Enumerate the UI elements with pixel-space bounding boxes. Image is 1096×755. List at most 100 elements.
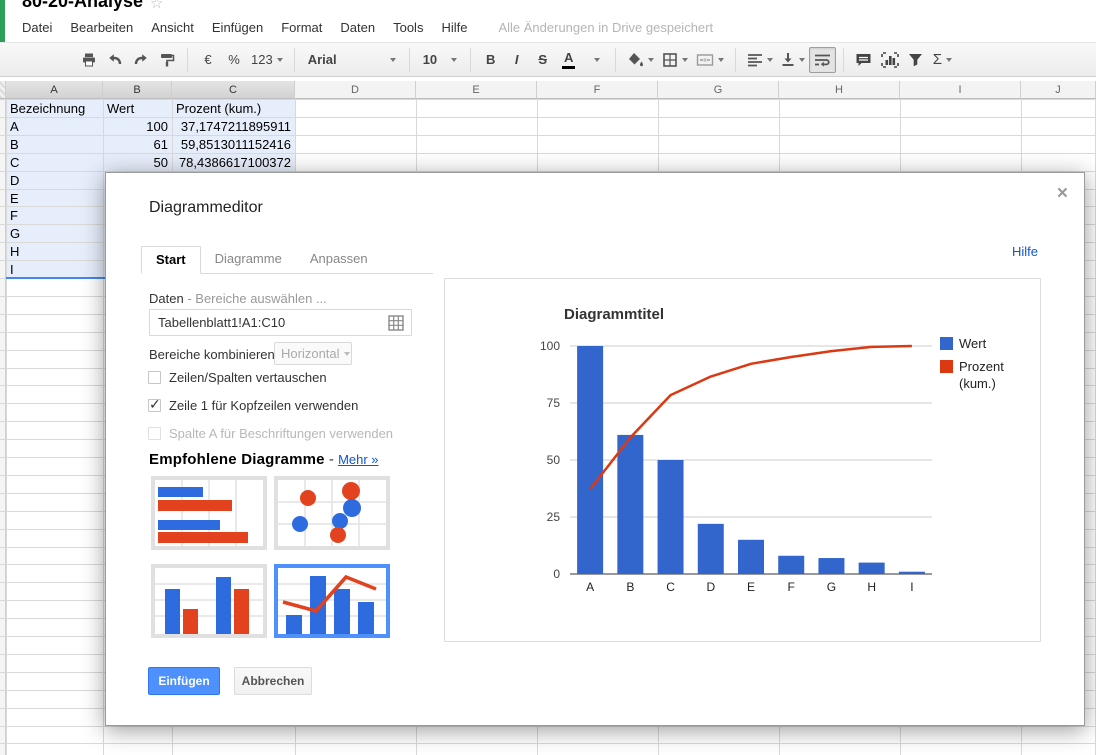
svg-text:Wert: Wert bbox=[959, 336, 987, 351]
chevron-down-icon bbox=[648, 58, 654, 62]
help-link[interactable]: Hilfe bbox=[1012, 244, 1038, 259]
column-header-D[interactable]: D bbox=[295, 81, 416, 99]
percent-format-button[interactable]: % bbox=[221, 47, 247, 73]
cell[interactable]: 61 bbox=[104, 136, 171, 153]
svg-text:Diagrammtitel: Diagrammtitel bbox=[564, 306, 664, 323]
fill-color-button[interactable] bbox=[623, 47, 658, 73]
recommended-charts-heading: Empfohlene Diagramme - Mehr » bbox=[149, 451, 379, 468]
tab-anpassen[interactable]: Anpassen bbox=[296, 246, 382, 274]
tab-diagramme[interactable]: Diagramme bbox=[201, 246, 296, 274]
menu-tools[interactable]: Tools bbox=[384, 16, 432, 39]
combine-ranges-select[interactable]: Horizontal bbox=[274, 342, 352, 365]
column-header-I[interactable]: I bbox=[900, 81, 1021, 99]
chevron-down-icon bbox=[682, 58, 688, 62]
cell[interactable]: C bbox=[7, 154, 102, 171]
thumbnail-column-chart[interactable] bbox=[151, 564, 267, 638]
vertical-align-button[interactable] bbox=[777, 47, 809, 73]
cell[interactable]: G bbox=[7, 225, 102, 242]
cell[interactable]: Bezeichnung bbox=[7, 100, 102, 117]
menu-datei[interactable]: Datei bbox=[13, 16, 61, 39]
more-link[interactable]: Mehr » bbox=[338, 452, 378, 467]
range-input[interactable] bbox=[158, 310, 378, 335]
document-title[interactable]: 80-20-Analyse bbox=[22, 0, 143, 12]
tab-start[interactable]: Start bbox=[141, 246, 201, 274]
italic-button[interactable]: I bbox=[504, 47, 530, 73]
column-header-E[interactable]: E bbox=[416, 81, 537, 99]
chevron-down-icon bbox=[718, 58, 724, 62]
menu-daten[interactable]: Daten bbox=[331, 16, 384, 39]
menu-bearbeiten[interactable]: Bearbeiten bbox=[61, 16, 142, 39]
close-icon[interactable]: × bbox=[1057, 183, 1068, 205]
toolbar-divider bbox=[187, 48, 188, 72]
svg-text:25: 25 bbox=[547, 510, 561, 524]
insert-button[interactable]: Einfügen bbox=[148, 667, 220, 695]
menu-format[interactable]: Format bbox=[272, 16, 331, 39]
cell[interactable]: I bbox=[7, 261, 102, 278]
column-header-F[interactable]: F bbox=[537, 81, 658, 99]
cell[interactable]: Prozent (kum.) bbox=[173, 100, 294, 117]
cell[interactable]: 59,8513011152416 bbox=[173, 136, 294, 153]
svg-text:Prozent: Prozent bbox=[959, 359, 1004, 374]
svg-text:C: C bbox=[666, 580, 675, 594]
cell[interactable]: 100 bbox=[104, 118, 171, 135]
toolbar-divider bbox=[409, 48, 410, 72]
thumbnail-horizontal-bar-chart[interactable] bbox=[151, 476, 267, 550]
menu-hilfe[interactable]: Hilfe bbox=[432, 16, 476, 39]
functions-button[interactable]: Σ bbox=[929, 47, 956, 73]
svg-text:I: I bbox=[910, 580, 913, 594]
text-color-dropdown[interactable] bbox=[582, 47, 608, 73]
bold-button[interactable]: B bbox=[478, 47, 504, 73]
cell[interactable]: B bbox=[7, 136, 102, 153]
filter-button[interactable] bbox=[903, 47, 929, 73]
cell[interactable]: F bbox=[7, 207, 102, 224]
currency-format-button[interactable]: € bbox=[195, 47, 221, 73]
cancel-button[interactable]: Abbrechen bbox=[234, 667, 312, 695]
number-format-button[interactable]: 123 bbox=[247, 47, 287, 73]
chevron-down-icon bbox=[767, 58, 773, 62]
star-icon[interactable]: ☆ bbox=[150, 0, 163, 12]
cell[interactable]: A bbox=[7, 118, 102, 135]
column-header-C[interactable]: C bbox=[172, 81, 295, 99]
cell[interactable]: 78,4386617100372 bbox=[173, 154, 294, 171]
column-header-J[interactable]: J bbox=[1021, 81, 1096, 99]
thumbnail-combo-chart-selected[interactable] bbox=[274, 564, 390, 638]
svg-text:F: F bbox=[788, 580, 795, 594]
thumbnail-scatter-chart[interactable] bbox=[274, 476, 390, 550]
print-button[interactable] bbox=[76, 47, 102, 73]
comment-button[interactable] bbox=[851, 47, 877, 73]
toolbar: € % 123 Arial 10 B I S A Σ bbox=[0, 42, 1096, 77]
pareto-chart: Diagrammtitel0255075100ABCDEFGHIWertProz… bbox=[445, 279, 1040, 641]
menu-bar: Datei Bearbeiten Ansicht Einfügen Format… bbox=[0, 14, 1096, 40]
redo-button[interactable] bbox=[128, 47, 154, 73]
cell[interactable]: D bbox=[7, 172, 102, 189]
sheets-logo-strip bbox=[0, 0, 5, 42]
svg-text:D: D bbox=[706, 580, 715, 594]
font-size-select[interactable]: 10 bbox=[417, 47, 463, 73]
text-wrap-button[interactable] bbox=[809, 47, 836, 73]
paint-format-button[interactable] bbox=[154, 47, 180, 73]
checkbox-switch-rows-columns[interactable]: Zeilen/Spalten vertauschen bbox=[148, 370, 327, 385]
checkbox-use-row1-as-headers[interactable]: Zeile 1 für Kopfzeilen verwenden bbox=[148, 398, 358, 413]
cell[interactable]: 37,1747211895911 bbox=[173, 118, 294, 135]
cell[interactable]: Wert bbox=[104, 100, 171, 117]
select-range-grid-icon[interactable] bbox=[388, 315, 404, 334]
column-header-H[interactable]: H bbox=[779, 81, 900, 99]
menu-einfuegen[interactable]: Einfügen bbox=[203, 16, 272, 39]
undo-button[interactable] bbox=[102, 47, 128, 73]
font-family-select[interactable]: Arial bbox=[302, 47, 402, 73]
column-header-A[interactable]: A bbox=[6, 81, 103, 99]
merge-cells-button[interactable] bbox=[692, 47, 728, 73]
menu-ansicht[interactable]: Ansicht bbox=[142, 16, 203, 39]
column-header-G[interactable]: G bbox=[658, 81, 779, 99]
chevron-down-icon bbox=[344, 352, 350, 356]
horizontal-align-button[interactable] bbox=[743, 47, 777, 73]
text-color-button[interactable]: A bbox=[556, 47, 582, 73]
borders-button[interactable] bbox=[658, 47, 692, 73]
insert-chart-button[interactable] bbox=[877, 47, 903, 73]
cell[interactable]: H bbox=[7, 243, 102, 260]
strikethrough-button[interactable]: S bbox=[530, 47, 556, 73]
cell[interactable]: 50 bbox=[104, 154, 171, 171]
column-header-B[interactable]: B bbox=[103, 81, 172, 99]
cell[interactable]: E bbox=[7, 190, 102, 207]
svg-text:0: 0 bbox=[553, 567, 560, 581]
